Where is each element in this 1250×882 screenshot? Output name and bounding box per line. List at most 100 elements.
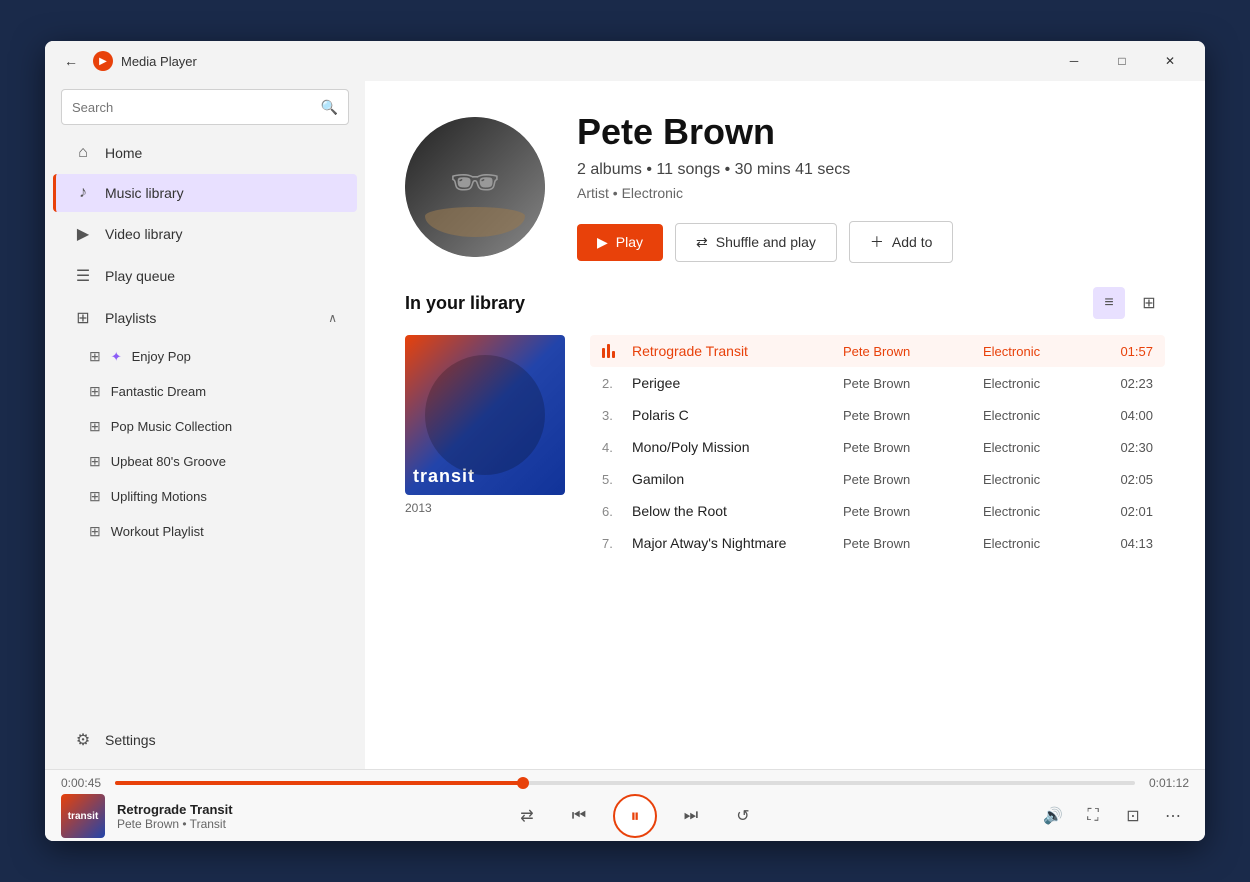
sidebar: 🔍 ⌂ Home ♪ Music library ▶ Video library…: [45, 81, 365, 769]
table-row[interactable]: 7. Major Atway's Nightmare Pete Brown El…: [590, 527, 1165, 559]
table-row[interactable]: 4. Mono/Poly Mission Pete Brown Electron…: [590, 431, 1165, 463]
artist-info: Pete Brown 2 albums • 11 songs • 30 mins…: [577, 111, 1165, 263]
track-title-3: Mono/Poly Mission: [632, 439, 843, 455]
track-artist-3: Pete Brown: [843, 440, 983, 455]
volume-button[interactable]: 🔊: [1037, 800, 1069, 832]
current-time: 0:00:45: [61, 776, 105, 790]
minimize-button[interactable]: ─: [1051, 45, 1097, 77]
main-area: 🔍 ⌂ Home ♪ Music library ▶ Video library…: [45, 81, 1205, 769]
playlist-item-enjoy-pop[interactable]: ⊞ ✦ Enjoy Pop: [53, 340, 357, 373]
title-bar: ← ▶ Media Player ─ □ ✕: [45, 41, 1205, 81]
track-duration-3: 02:30: [1103, 440, 1153, 455]
content-area: Pete Brown 2 albums • 11 songs • 30 mins…: [365, 81, 1205, 769]
miniplayer-button[interactable]: ⊡: [1117, 800, 1149, 832]
table-row[interactable]: 5. Gamilon Pete Brown Electronic 02:05: [590, 463, 1165, 495]
next-button[interactable]: ⏭: [673, 798, 709, 834]
track-artist-6: Pete Brown: [843, 536, 983, 551]
track-genre-0: Electronic: [983, 344, 1103, 359]
list-view-button[interactable]: ≡: [1093, 287, 1125, 319]
search-box[interactable]: 🔍: [61, 89, 349, 125]
previous-button[interactable]: ⏮: [561, 798, 597, 834]
playlist-icon-0: ⊞: [89, 348, 101, 365]
shuffle-playback-button[interactable]: ⇄: [509, 798, 545, 834]
chevron-up-icon: ∧: [328, 311, 337, 325]
sidebar-item-video-library[interactable]: ▶ Video library: [53, 214, 357, 254]
playback-controls: transit Retrograde Transit Pete Brown • …: [45, 790, 1205, 841]
music-icon: ♪: [73, 184, 93, 202]
playlist-icon-1: ⊞: [89, 383, 101, 400]
play-label: Play: [616, 234, 643, 250]
search-icon: 🔍: [321, 99, 338, 116]
playlist-item-workout-playlist[interactable]: ⊞ Workout Playlist: [53, 515, 357, 548]
playlist-item-upbeat-80s[interactable]: ⊞ Upbeat 80's Groove: [53, 445, 357, 478]
grid-view-button[interactable]: ⊞: [1133, 287, 1165, 319]
play-button[interactable]: ▶ Play: [577, 224, 663, 261]
track-artist-1: Pete Brown: [843, 376, 983, 391]
back-button[interactable]: ←: [57, 47, 85, 75]
table-row[interactable]: 2. Perigee Pete Brown Electronic 02:23: [590, 367, 1165, 399]
sparkle-icon: ✦: [111, 349, 122, 365]
shuffle-icon: ⇄: [696, 234, 708, 251]
album-year: 2013: [405, 501, 570, 515]
track-title-4: Gamilon: [632, 471, 843, 487]
playlist-label-3: Upbeat 80's Groove: [111, 454, 226, 469]
playlist-item-pop-music-collection[interactable]: ⊞ Pop Music Collection: [53, 410, 357, 443]
shuffle-button[interactable]: ⇄ Shuffle and play: [675, 223, 837, 262]
sidebar-item-music-library[interactable]: ♪ Music library: [53, 174, 357, 212]
controls-center: ⇄ ⏮ ⏸ ⏭ ↺: [301, 794, 969, 838]
track-number-0: [602, 344, 632, 358]
track-genre-4: Electronic: [983, 472, 1103, 487]
settings-label: Settings: [105, 732, 156, 748]
track-artist-5: Pete Brown: [843, 504, 983, 519]
album-cover[interactable]: transit: [405, 335, 565, 495]
artist-meta: 2 albums • 11 songs • 30 mins 41 secs: [577, 161, 1165, 179]
view-controls: ≡ ⊞: [1093, 287, 1165, 319]
app-window: ← ▶ Media Player ─ □ ✕ 🔍 ⌂ Home: [45, 41, 1205, 841]
search-input[interactable]: [72, 100, 313, 115]
track-artist-2: Pete Brown: [843, 408, 983, 423]
plus-icon: ＋: [870, 232, 884, 252]
playlist-item-fantastic-dream[interactable]: ⊞ Fantastic Dream: [53, 375, 357, 408]
playlist-label-0: Enjoy Pop: [132, 349, 191, 364]
table-row[interactable]: 6. Below the Root Pete Brown Electronic …: [590, 495, 1165, 527]
track-number-2: 3.: [602, 408, 632, 423]
now-playing-sub: Pete Brown • Transit: [117, 817, 301, 831]
avatar-image: [405, 117, 545, 257]
track-genre-1: Electronic: [983, 376, 1103, 391]
playlist-item-uplifting-motions[interactable]: ⊞ Uplifting Motions: [53, 480, 357, 513]
settings-item[interactable]: ⚙ Settings: [53, 720, 357, 760]
now-playing-thumbnail: transit: [61, 794, 105, 838]
track-title-2: Polaris C: [632, 407, 843, 423]
playlist-label-5: Workout Playlist: [111, 524, 204, 539]
table-row[interactable]: 3. Polaris C Pete Brown Electronic 04:00: [590, 399, 1165, 431]
track-duration-2: 04:00: [1103, 408, 1153, 423]
table-row[interactable]: Retrograde Transit Pete Brown Electronic…: [590, 335, 1165, 367]
content-split: transit 2013: [405, 335, 1165, 559]
now-playing-title: Retrograde Transit: [117, 802, 301, 817]
track-duration-4: 02:05: [1103, 472, 1153, 487]
fullscreen-button[interactable]: ⛶: [1077, 800, 1109, 832]
sidebar-item-video-label: Video library: [105, 226, 183, 242]
home-icon: ⌂: [73, 144, 93, 162]
pause-button[interactable]: ⏸: [613, 794, 657, 838]
progress-thumb: [517, 777, 529, 789]
more-options-button[interactable]: ⋯: [1157, 800, 1189, 832]
sidebar-item-play-queue[interactable]: ☰ Play queue: [53, 256, 357, 296]
maximize-button[interactable]: □: [1099, 45, 1145, 77]
repeat-button[interactable]: ↺: [725, 798, 761, 834]
addto-label: Add to: [892, 234, 932, 250]
progress-bar[interactable]: [115, 781, 1135, 785]
progress-fill: [115, 781, 523, 785]
close-button[interactable]: ✕: [1147, 45, 1193, 77]
action-buttons: ▶ Play ⇄ Shuffle and play ＋ Add to: [577, 221, 1165, 263]
play-icon: ▶: [597, 234, 608, 251]
artist-name: Pete Brown: [577, 111, 1165, 153]
track-title-1: Perigee: [632, 375, 843, 391]
settings-icon: ⚙: [73, 730, 93, 750]
track-genre-3: Electronic: [983, 440, 1103, 455]
now-playing: transit Retrograde Transit Pete Brown • …: [61, 794, 301, 838]
sidebar-item-home[interactable]: ⌂ Home: [53, 134, 357, 172]
title-bar-controls: ─ □ ✕: [1051, 45, 1193, 77]
playlists-section-header[interactable]: ⊞ Playlists ∧: [53, 298, 357, 338]
addto-button[interactable]: ＋ Add to: [849, 221, 953, 263]
